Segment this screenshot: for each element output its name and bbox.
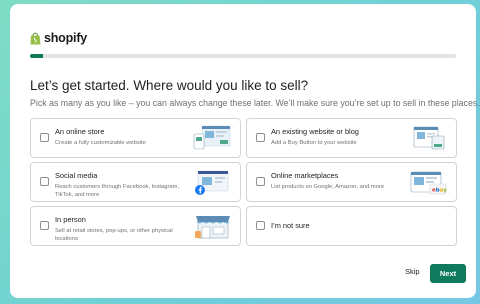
shopify-logo: shopify	[30, 31, 87, 45]
progress-bar	[30, 54, 456, 58]
skip-button[interactable]: Skip	[405, 267, 420, 276]
option-not-sure[interactable]: I’m not sure	[246, 206, 457, 246]
checkbox[interactable]	[256, 221, 265, 230]
svg-text:ebay: ebay	[432, 188, 447, 194]
checkbox[interactable]	[256, 177, 265, 186]
shopify-bag-icon	[30, 32, 41, 44]
option-description: Reach customers through Facebook, Instag…	[55, 184, 180, 198]
option-title: Social media	[55, 171, 98, 180]
checkbox[interactable]	[40, 133, 49, 142]
option-title: I’m not sure	[271, 221, 310, 230]
page-title: Let’s get started. Where would you like …	[30, 78, 309, 93]
option-description: Add a Buy Button to your website	[271, 140, 357, 146]
option-online-marketplaces[interactable]: Online marketplaces List products on Goo…	[246, 162, 457, 202]
option-in-person[interactable]: In person Sell at retail stores, pop-ups…	[30, 206, 241, 246]
progress-fill	[30, 54, 43, 58]
option-existing-website[interactable]: An existing website or blog Add a Buy Bu…	[246, 118, 457, 158]
checkbox[interactable]	[40, 221, 49, 230]
page-subtitle: Pick as many as you like – you can alway…	[30, 98, 480, 108]
storefront-illustration-icon	[195, 216, 230, 239]
option-social-media[interactable]: Social media Reach customers through Fac…	[30, 162, 241, 202]
option-title: Online marketplaces	[271, 171, 339, 180]
option-online-store[interactable]: An online store Create a fully customiza…	[30, 118, 241, 158]
online-store-illustration-icon	[193, 125, 231, 150]
brand-name: shopify	[44, 31, 88, 45]
existing-website-illustration-icon	[413, 126, 445, 150]
option-title: An existing website or blog	[271, 127, 359, 136]
option-title: In person	[55, 215, 86, 224]
next-button[interactable]: Next	[430, 264, 466, 283]
marketplaces-illustration-icon: ebay	[410, 171, 447, 195]
social-media-illustration-icon	[195, 170, 229, 195]
sales-channel-options: An online store Create a fully customiza…	[30, 118, 457, 246]
option-description: Create a fully customizable website	[55, 140, 146, 146]
option-description: List products on Google, Amazon, and mor…	[271, 184, 385, 190]
checkbox[interactable]	[256, 133, 265, 142]
checkbox[interactable]	[40, 177, 49, 186]
onboarding-card: shopify Let’s get started. Where would y…	[10, 4, 480, 298]
option-title: An online store	[55, 127, 105, 136]
option-description: Sell at retail stores, pop-ups, or other…	[55, 228, 173, 242]
